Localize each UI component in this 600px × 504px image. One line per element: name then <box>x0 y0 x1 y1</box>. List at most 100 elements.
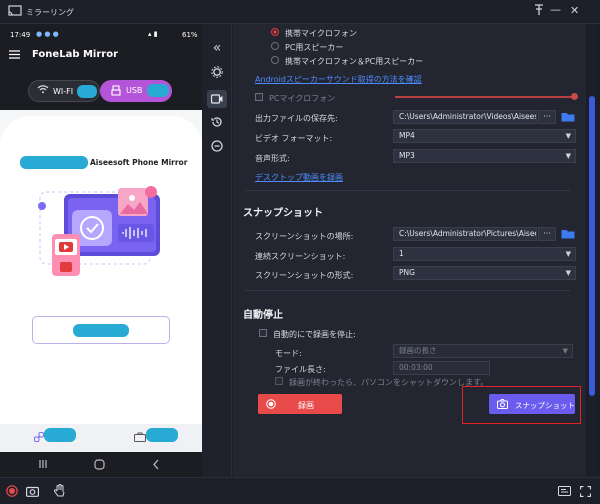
shutdown-label: 録画が終わったら、パソコンをシャットダウンします。 <box>289 378 489 387</box>
settings-scrollbar-thumb[interactable] <box>589 96 595 396</box>
record-button-label: 録画 <box>298 401 314 410</box>
mirror-settings-icon[interactable] <box>558 486 571 498</box>
record-video-icon[interactable] <box>207 90 227 108</box>
usb-label: USB <box>126 86 143 95</box>
usb-tab[interactable]: USB <box>100 80 172 102</box>
pc-mic-volume-thumb[interactable] <box>571 93 578 100</box>
video-format-label: ビデオ フォーマット: <box>255 134 333 143</box>
chevron-down-icon: ▼ <box>565 152 571 160</box>
record-icon <box>266 399 276 411</box>
file-length-field[interactable]: 00:03:00 <box>393 361 490 375</box>
continuous-screenshot-select[interactable]: 1 ▼ <box>393 247 576 261</box>
minimize-button[interactable]: — <box>550 3 561 16</box>
output-path-label: 出力ファイルの保存先: <box>255 114 338 123</box>
autostop-checkbox[interactable] <box>259 329 267 337</box>
close-button[interactable]: ✕ <box>570 4 579 17</box>
screenshot-location-browse-button[interactable]: ··· <box>538 227 556 241</box>
bottom-toolbar <box>0 477 600 504</box>
pc-mic-checkbox[interactable] <box>255 93 263 101</box>
card-title-redaction <box>20 156 88 169</box>
link-tab-redaction <box>44 428 76 442</box>
phone-nav-bar <box>0 452 202 477</box>
mode-value: 録画の長さ <box>399 346 437 355</box>
camera-icon[interactable] <box>26 485 40 499</box>
audio-format-value: MP3 <box>399 151 415 160</box>
recents-icon[interactable] <box>38 459 48 471</box>
desktop-record-link[interactable]: デスクトップ動画を録画 <box>255 172 343 183</box>
cast-icon <box>8 5 22 19</box>
section-divider <box>245 290 570 291</box>
app-title: FoneLab Mirror <box>32 49 119 60</box>
menu-icon[interactable] <box>9 50 20 61</box>
phone-notification-icons: ● ● ● <box>36 30 59 38</box>
output-path-browse-button[interactable]: ··· <box>538 110 556 124</box>
radio-pc-speaker-label: PC用スピーカー <box>285 43 344 52</box>
pin-icon[interactable] <box>534 4 544 19</box>
pc-mic-volume-slider[interactable] <box>395 93 578 100</box>
audio-format-select[interactable]: MP3 ▼ <box>393 149 576 163</box>
connection-toggle: WI-FI USB <box>0 74 202 110</box>
snapshot-button[interactable]: スナップショット <box>489 394 575 414</box>
record-button[interactable]: 録画 <box>258 394 342 414</box>
android-sound-link[interactable]: Androidスピーカーサウンド取得の方法を確認 <box>255 74 422 85</box>
minus-circle-icon[interactable] <box>209 140 225 156</box>
toolbox-icon[interactable] <box>134 432 146 444</box>
shutdown-checkbox[interactable] <box>275 377 283 385</box>
phone-signal-icons: ▴ ▮ <box>148 30 158 38</box>
section-divider <box>245 190 570 191</box>
radio-both-label: 携帯マイクロフォン＆PC用スピーカー <box>285 57 424 66</box>
camera-icon <box>497 399 508 411</box>
screenshot-format-select[interactable]: PNG ▼ <box>393 266 576 280</box>
video-format-value: MP4 <box>399 131 415 140</box>
autostop-checkbox-label: 自動的にで録画を停止: <box>273 330 356 339</box>
home-icon[interactable] <box>94 459 105 472</box>
history-icon[interactable] <box>209 116 225 132</box>
mirroring-window: ミラーリング — ✕ 17:49 ● ● ● 61% ▴ ▮ FoneLab M… <box>0 0 600 504</box>
output-path-field[interactable]: C:\Users\Administrator\Videos\Aisees <box>393 110 537 124</box>
toolbox-tab-redaction <box>146 428 178 442</box>
video-format-select[interactable]: MP4 ▼ <box>393 129 576 143</box>
mode-label: モード: <box>275 349 302 358</box>
chevron-down-icon: ▼ <box>565 132 571 140</box>
settings-panel: 携帯マイクロフォン PC用スピーカー 携帯マイクロフォン＆PC用スピーカー An… <box>233 24 586 477</box>
fullscreen-icon[interactable] <box>579 485 592 499</box>
record-icon[interactable] <box>6 485 18 499</box>
continuous-screenshot-label: 連続スクリーンショット: <box>255 252 346 261</box>
screenshot-format-label: スクリーンショットの形式: <box>255 271 354 280</box>
phone-content-card: Aiseesoft Phone Mirror <box>0 116 202 424</box>
folder-icon[interactable] <box>561 228 575 241</box>
folder-icon[interactable] <box>561 111 575 124</box>
hand-icon[interactable] <box>53 484 66 500</box>
collapse-icon[interactable]: « <box>209 40 225 56</box>
mode-select[interactable]: 録画の長さ ▼ <box>393 344 573 358</box>
back-icon[interactable] <box>152 459 160 472</box>
wifi-tab[interactable]: WI-FI <box>28 80 100 102</box>
pc-mic-label: PCマイクロフォン <box>269 94 336 103</box>
radio-pc-speaker[interactable] <box>271 42 279 50</box>
usb-icon <box>111 85 121 98</box>
link-icon[interactable] <box>34 432 44 444</box>
gear-icon[interactable] <box>209 66 225 82</box>
snapshot-section-title: スナップショット <box>243 208 323 219</box>
file-length-label: ファイル長さ: <box>275 365 326 374</box>
mirror-illustration <box>38 184 164 282</box>
chevron-down-icon: ▼ <box>562 347 568 355</box>
wifi-label: WI-FI <box>53 87 74 96</box>
connect-button[interactable] <box>32 316 170 344</box>
wifi-icon <box>37 84 49 97</box>
phone-battery: 61% <box>182 31 198 39</box>
audio-format-label: 音声形式: <box>255 154 290 163</box>
phone-screen: 17:49 ● ● ● 61% ▴ ▮ FoneLab Mirror WI-FI <box>0 24 202 477</box>
screenshot-location-label: スクリーンショットの場所: <box>255 232 354 241</box>
window-title: ミラーリング <box>26 8 74 17</box>
tool-column: « <box>202 24 232 477</box>
screenshot-format-value: PNG <box>399 268 415 277</box>
chevron-down-icon: ▼ <box>565 250 571 258</box>
screenshot-location-field[interactable]: C:\Users\Administrator\Pictures\Aisee <box>393 227 537 241</box>
radio-both[interactable] <box>271 56 279 64</box>
connect-button-redaction <box>73 324 129 337</box>
radio-phone-mic[interactable] <box>271 28 279 36</box>
continuous-screenshot-value: 1 <box>399 249 404 258</box>
autostop-section-title: 自動停止 <box>243 310 283 321</box>
card-title: Aiseesoft Phone Mirror <box>90 158 188 167</box>
